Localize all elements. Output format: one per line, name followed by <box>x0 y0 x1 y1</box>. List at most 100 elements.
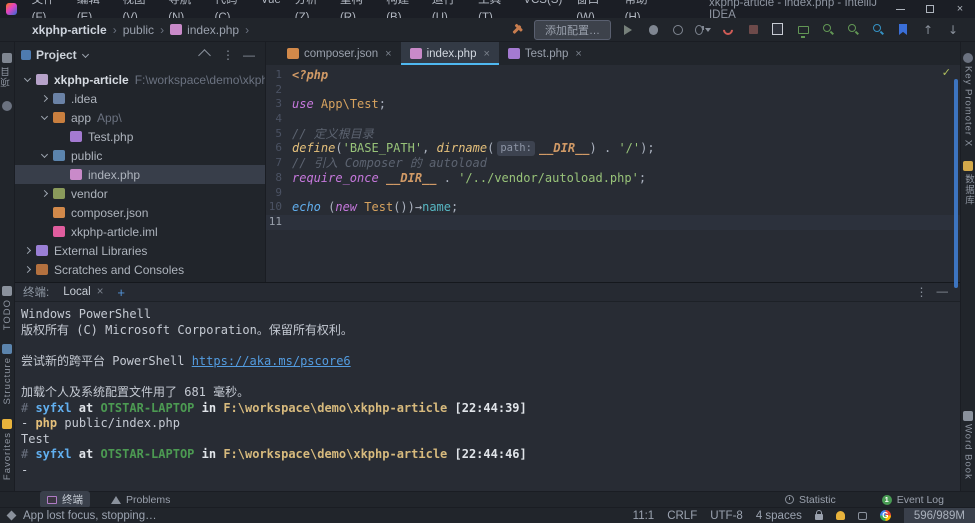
tree-expander-icon[interactable] <box>41 95 48 102</box>
inspection-ok-icon[interactable]: ✓ <box>942 66 951 79</box>
breadcrumb-item-1[interactable]: public <box>123 23 154 37</box>
close-icon[interactable]: × <box>385 48 391 60</box>
search-icon[interactable] <box>820 22 836 38</box>
scratch-icon <box>36 264 48 275</box>
tree-expander-icon[interactable] <box>41 151 48 158</box>
tree-expander-icon[interactable] <box>24 266 31 273</box>
stripe-button-structure[interactable]: Structure <box>2 344 13 405</box>
editor-tab-composer-json[interactable]: composer.json× <box>278 42 401 65</box>
bookmark-icon[interactable] <box>895 22 911 38</box>
stripe-button-favorites[interactable]: Favorites <box>2 419 13 480</box>
stripe-button-数据库[interactable]: 数据库 <box>961 161 975 206</box>
memory-indicator[interactable]: 596/989M <box>904 508 975 523</box>
terminal-text: syfxl <box>35 401 71 415</box>
attach-debugger-icon[interactable] <box>720 22 736 38</box>
tree-item-index-php[interactable]: index.php <box>15 165 265 184</box>
terminal-options-icon[interactable]: ⋮ <box>911 285 933 299</box>
tree-item-composer-json[interactable]: composer.json <box>15 203 265 222</box>
build-hammer-icon[interactable] <box>509 22 525 38</box>
terminal-line-5 <box>21 369 960 385</box>
toolwindow-label: Problems <box>126 494 170 506</box>
readonly-lock-icon[interactable] <box>815 514 823 520</box>
project-view-title[interactable]: Project <box>36 48 77 62</box>
tree-expander-icon[interactable] <box>24 247 31 254</box>
tree-item--idea[interactable]: .idea <box>15 89 265 108</box>
stop-icon[interactable] <box>745 22 761 38</box>
terminal-link[interactable]: https://aka.ms/pscore6 <box>192 354 351 368</box>
code-editor[interactable]: ✓ 1<?php23use App\Test;45// 定义根目录6define… <box>266 65 960 282</box>
tree-expander-icon[interactable] <box>41 113 48 120</box>
code-token: // 引入 Composer 的 autoload <box>292 156 487 171</box>
terminal-tab-local[interactable]: Local × <box>59 286 107 298</box>
terminal-line-2: 版权所有 (C) Microsoft Corporation。保留所有权利。 <box>21 323 960 339</box>
hide-terminal-icon[interactable]: — <box>933 286 953 298</box>
close-icon[interactable]: × <box>483 48 489 60</box>
tree-item-xkphp-article-iml[interactable]: xkphp-article.iml <box>15 222 265 241</box>
stripe-button-todo[interactable]: TODO <box>2 286 13 330</box>
terminal-text: # <box>21 401 35 415</box>
terminal-text: at <box>72 447 101 461</box>
indent-setting[interactable]: 4 spaces <box>756 510 802 522</box>
terminal-icon <box>47 496 57 504</box>
new-terminal-icon[interactable]: + <box>117 285 125 300</box>
search-replace-icon[interactable] <box>845 22 861 38</box>
tree-item-scratches-and-consoles[interactable]: Scratches and Consoles <box>15 260 265 279</box>
tree-expander-icon[interactable] <box>24 75 31 82</box>
compare-icon[interactable] <box>770 22 786 38</box>
debug-icon[interactable] <box>645 22 661 38</box>
line-separator[interactable]: CRLF <box>667 510 697 522</box>
tree-expander-icon[interactable] <box>41 190 48 197</box>
run-icon[interactable] <box>620 22 636 38</box>
breadcrumb-item-2[interactable]: index.php <box>187 23 239 37</box>
close-button[interactable]: × <box>945 0 975 18</box>
collapse-panel-icon[interactable] <box>198 49 211 62</box>
toolwindow-button-终端[interactable]: 终端 <box>40 491 90 508</box>
find-everywhere-icon[interactable] <box>870 22 886 38</box>
panel-options-icon[interactable]: ⋮ <box>217 48 239 62</box>
line-number: 6 <box>266 141 292 156</box>
editor-scrollbar[interactable] <box>954 79 958 288</box>
coverage-icon[interactable] <box>670 22 686 38</box>
editor-tab-test-php[interactable]: Test.php× <box>499 42 591 65</box>
terminal-output[interactable]: Windows PowerShell版权所有 (C) Microsoft Cor… <box>15 302 960 491</box>
tree-item-vendor[interactable]: vendor <box>15 184 265 203</box>
toolwindow-button-problems[interactable]: Problems <box>104 493 177 507</box>
tree-item-label: Scratches and Consoles <box>54 263 184 277</box>
stripe-button-circle[interactable] <box>2 101 12 111</box>
tree-item-public[interactable]: public <box>15 146 265 165</box>
editor-tab-index-php[interactable]: index.php× <box>401 42 499 65</box>
run-configurations-dropdown[interactable]: 添加配置… <box>534 20 611 40</box>
tree-item-external-libraries[interactable]: External Libraries <box>15 241 265 260</box>
terminal-text: - <box>21 416 35 430</box>
translate-g-icon[interactable]: G <box>880 510 891 521</box>
toolwindow-button-statistic[interactable]: Statistic <box>778 493 843 507</box>
nav-back-icon[interactable]: ↑ <box>920 22 936 38</box>
tool-windows-toggle-icon[interactable] <box>7 511 17 521</box>
tree-item-xkphp-article[interactable]: xkphp-articleF:\workspace\demo\xkphp-art… <box>15 70 265 89</box>
code-token: App\Test <box>321 97 379 112</box>
stripe-button-项目[interactable]: 项目 <box>0 53 14 87</box>
notification-icon[interactable] <box>836 511 845 520</box>
preview-icon[interactable] <box>795 22 811 38</box>
caret-position[interactable]: 11:1 <box>633 510 655 522</box>
tree-item-app[interactable]: appApp\ <box>15 108 265 127</box>
chevron-down-icon[interactable] <box>82 50 89 57</box>
minimize-button[interactable] <box>885 0 915 18</box>
event-icon: 1 <box>882 495 892 505</box>
nav-forward-icon[interactable]: ↓ <box>945 22 961 38</box>
terminal-text: syfxl <box>35 447 71 461</box>
hide-panel-icon[interactable]: — <box>239 48 259 62</box>
tree-item-test-php[interactable]: Test.php <box>15 127 265 146</box>
close-icon[interactable]: × <box>575 48 581 60</box>
stripe-button-key-promoter-x[interactable]: Key Promoter X <box>963 53 974 147</box>
close-icon[interactable]: × <box>97 286 104 298</box>
file-encoding[interactable]: UTF-8 <box>710 510 743 522</box>
maximize-button[interactable] <box>915 0 945 18</box>
code-line-9: 9 <box>266 186 960 201</box>
toolwindow-button-event-log[interactable]: 1Event Log <box>875 493 951 507</box>
breadcrumb-item-0[interactable]: xkphp-article <box>32 23 107 37</box>
terminal-line-4: 尝试新的跨平台 PowerShell https://aka.ms/pscore… <box>21 354 960 370</box>
stripe-button-word-book[interactable]: Word Book <box>963 411 974 480</box>
plugin-icon[interactable] <box>858 512 867 520</box>
profiler-icon[interactable] <box>695 22 711 38</box>
